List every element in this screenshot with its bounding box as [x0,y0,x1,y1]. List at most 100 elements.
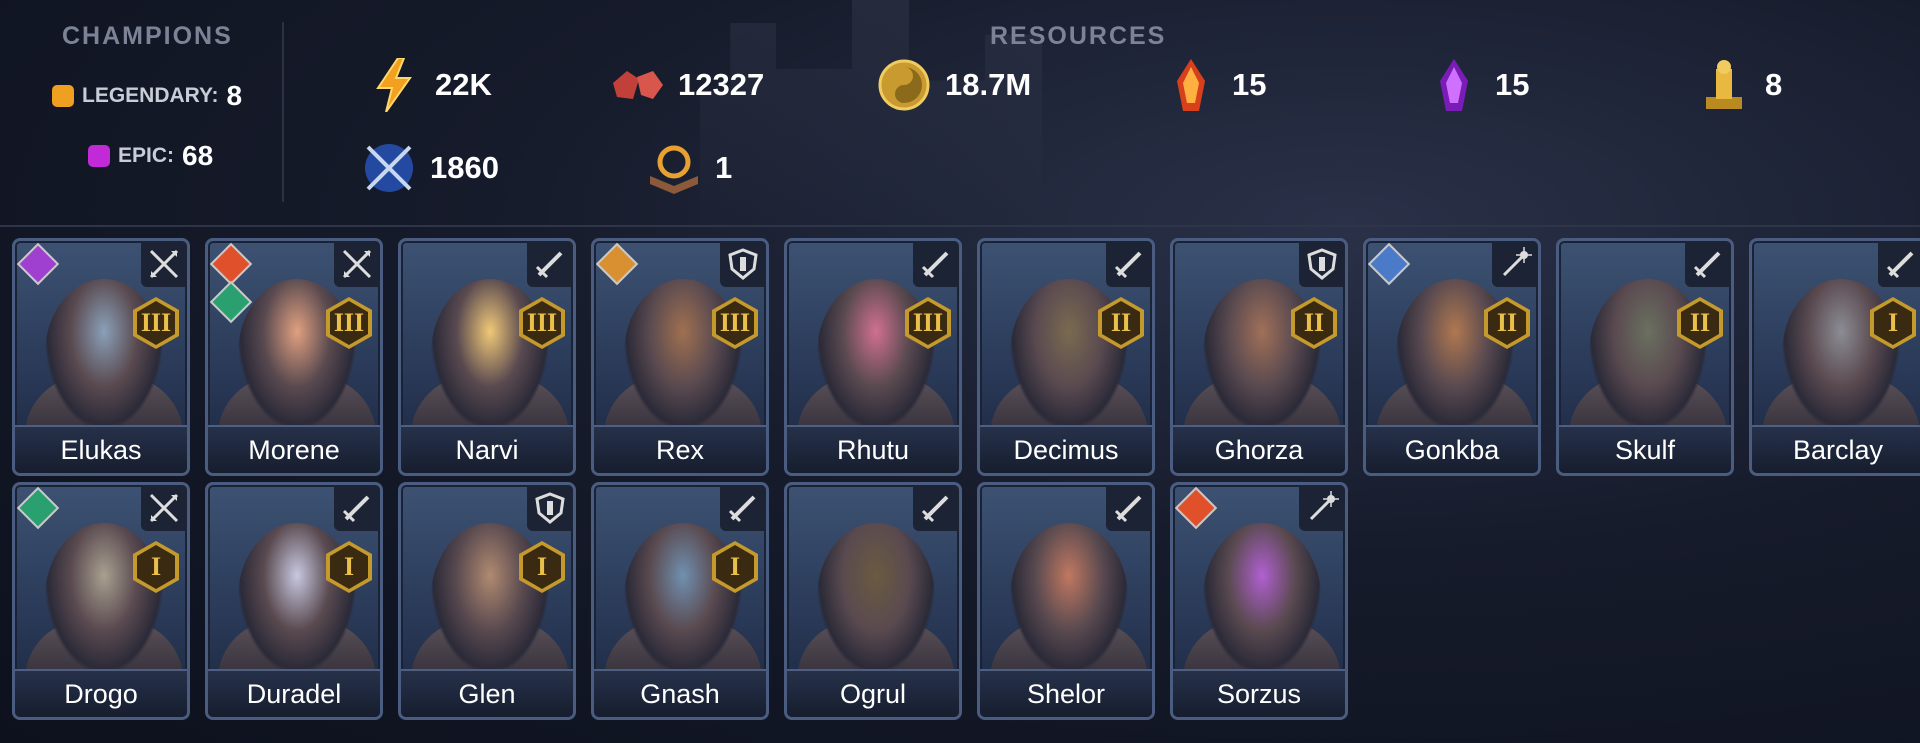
champion-portrait [817,279,935,429]
resource-tome[interactable]: 1 [645,138,732,198]
sword-icon [720,485,766,531]
champion-name: Drogo [15,669,187,717]
champion-portrait [1203,279,1321,429]
affinity-magic-blue-icon [1367,242,1411,286]
silver-coin-icon [875,56,933,114]
champion-card[interactable]: Shelor [977,482,1155,720]
resource-void-shard[interactable]: 15 [1425,55,1529,115]
resource-gems[interactable]: 12327 [608,55,764,115]
epic-dot-icon [88,145,110,167]
shield-icon [527,485,573,531]
epic-count-row: EPIC: 68 [88,140,213,172]
resource-energy[interactable]: 22K [365,55,492,115]
legendary-label: LEGENDARY: [82,84,219,107]
champion-portrait [1782,279,1900,429]
champion-portrait [431,279,549,429]
wand-icon [1492,241,1538,287]
champion-card[interactable]: III Rhutu [784,238,962,476]
sword-icon [1106,485,1152,531]
champion-card[interactable]: I Barclay [1749,238,1920,476]
rank-numeral: III [716,301,754,345]
sword-icon [913,241,959,287]
champion-name: Elukas [15,425,187,473]
attack-icon [141,485,187,531]
legendary-count-row: LEGENDARY: 8 [52,80,242,112]
champion-portrait [817,523,935,673]
champion-card[interactable]: Ogrul [784,482,962,720]
champion-card[interactable]: I Drogo [12,482,190,720]
rank-numeral: I [523,545,561,589]
champion-name: Gonkba [1366,425,1538,473]
tome-icon [645,139,703,197]
champion-card[interactable]: I Glen [398,482,576,720]
champion-card[interactable]: II Decimus [977,238,1155,476]
champion-card[interactable]: III Morene [205,238,383,476]
champion-portrait [1396,279,1514,429]
champion-name: Duradel [208,669,380,717]
champion-portrait [1010,523,1128,673]
energy-lightning-icon [365,56,423,114]
champion-card[interactable]: III Rex [591,238,769,476]
champion-name: Ogrul [787,669,959,717]
rank-numeral: III [137,301,175,345]
champion-card[interactable]: Sorzus [1170,482,1348,720]
champions-title: CHAMPIONS [62,22,233,50]
shield-icon [1299,241,1345,287]
affinity-magic-icon [16,486,60,530]
rank-numeral: I [716,545,754,589]
resource-value: 18.7M [945,67,1032,102]
epic-label: EPIC: [118,144,175,167]
champion-name: Rhutu [787,425,959,473]
rank-numeral: I [330,545,368,589]
champion-portrait [624,279,742,429]
purple-shard-icon [1425,56,1483,114]
rank-numeral: III [330,301,368,345]
champion-card[interactable]: I Duradel [205,482,383,720]
header-divider [282,22,284,202]
champion-portrait [45,523,163,673]
champion-name: Glen [401,669,573,717]
header-panel: CHAMPIONS LEGENDARY: 8 EPIC: 68 RESOURCE… [0,0,1920,225]
resource-fire-shard[interactable]: 15 [1162,55,1266,115]
affinity-force-icon [1174,486,1218,530]
champion-portrait [238,523,356,673]
champion-card[interactable]: III Elukas [12,238,190,476]
fire-shard-icon [1162,56,1220,114]
champion-card[interactable]: III Narvi [398,238,576,476]
rank-numeral: II [1102,301,1140,345]
resource-value: 15 [1232,67,1267,102]
champion-card[interactable]: II Gonkba [1363,238,1541,476]
resource-value: 15 [1495,67,1530,102]
resource-value: 8 [1765,67,1783,102]
resource-value: 12327 [678,67,765,102]
rank-numeral: II [1681,301,1719,345]
resource-silver[interactable]: 18.7M [875,55,1031,115]
sword-icon [334,485,380,531]
resource-value: 1 [715,150,733,185]
sword-icon [1878,241,1920,287]
header-bottom-divider [0,225,1920,227]
champion-card[interactable]: II Skulf [1556,238,1734,476]
attack-icon [141,241,187,287]
champion-name: Narvi [401,425,573,473]
affinity-force-icon [209,242,253,286]
champion-name: Rex [594,425,766,473]
champion-name: Gnash [594,669,766,717]
rank-numeral: II [1488,301,1526,345]
legendary-dot-icon [52,85,74,107]
affinity-spirit-icon [595,242,639,286]
rank-numeral: III [909,301,947,345]
champion-card[interactable]: I Gnash [591,482,769,720]
champion-portrait [238,279,356,429]
rank-numeral: III [523,301,561,345]
arena-token-icon [360,139,418,197]
sword-icon [1106,241,1152,287]
resource-gold-statue[interactable]: 8 [1695,55,1782,115]
champion-name: Decimus [980,425,1152,473]
champion-portrait [1589,279,1707,429]
resource-arena-token[interactable]: 1860 [360,138,499,198]
champion-name: Shelor [980,669,1152,717]
champion-card[interactable]: II Ghorza [1170,238,1348,476]
resource-value: 22K [435,67,492,102]
champion-name: Skulf [1559,425,1731,473]
